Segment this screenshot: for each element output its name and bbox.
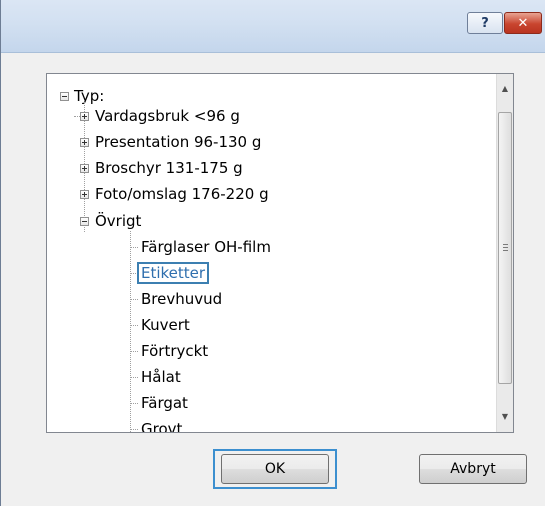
tree-node-label: Foto/omslag 176-220 g xyxy=(95,185,269,203)
title-bar: ? ✕ xyxy=(1,0,545,53)
tree-node-label: Färgat xyxy=(141,394,188,412)
expand-icon[interactable] xyxy=(80,164,89,173)
tree-item-foto-omslag[interactable]: Foto/omslag 176-220 g xyxy=(95,182,269,206)
tree-node-label: Övrigt xyxy=(95,212,142,230)
expand-icon[interactable] xyxy=(80,190,89,199)
tree-item-farglaser-oh-film[interactable]: Färglaser OH-film xyxy=(141,235,271,259)
scroll-down-icon[interactable]: ▼ xyxy=(497,408,513,425)
tree-node-label: Presentation 96-130 g xyxy=(95,133,262,151)
close-icon[interactable]: ✕ xyxy=(504,12,542,34)
tree-item-fortryckt[interactable]: Förtryckt xyxy=(141,339,208,363)
collapse-icon[interactable] xyxy=(60,92,69,101)
tree-item-grovt[interactable]: Grovt xyxy=(141,417,183,433)
scroll-up-icon[interactable]: ▲ xyxy=(497,80,513,97)
tree-node-label: Färglaser OH-film xyxy=(141,238,271,256)
tree-node-label: Förtryckt xyxy=(141,342,209,360)
tree-item-halat[interactable]: Hålat xyxy=(141,365,181,389)
tree-item-fargat[interactable]: Färgat xyxy=(141,391,188,415)
expand-icon[interactable] xyxy=(80,112,89,121)
collapse-icon[interactable] xyxy=(80,217,89,226)
tree-item-kuvert[interactable]: Kuvert xyxy=(141,313,190,337)
vertical-scrollbar[interactable]: ▲ ▼ xyxy=(496,74,513,432)
tree-node-label: Kuvert xyxy=(141,316,190,334)
tree-node-label: Etiketter xyxy=(136,262,210,284)
tree-item-presentation[interactable]: Presentation 96-130 g xyxy=(95,130,261,154)
help-icon[interactable]: ? xyxy=(467,12,503,34)
tree-item-vardagsbruk[interactable]: Vardagsbruk <96 g xyxy=(95,104,240,128)
tree-node-label: Broschyr 131-175 g xyxy=(95,159,243,177)
tree-item-ovrigt[interactable]: Övrigt xyxy=(95,209,141,233)
ok-button[interactable]: OK xyxy=(221,454,329,484)
dialog-window: ? ✕ Typ: Vardagsbruk <96 g Presentation … xyxy=(0,0,545,506)
scrollbar-thumb[interactable] xyxy=(498,112,512,384)
tree-item-etiketter[interactable]: Etiketter xyxy=(136,261,210,285)
tree-node-label: Vardagsbruk <96 g xyxy=(95,107,240,125)
expand-icon[interactable] xyxy=(80,138,89,147)
tree-node-label: Brevhuvud xyxy=(141,290,223,308)
tree-item-brevhuvud[interactable]: Brevhuvud xyxy=(141,287,222,311)
tree-node-label: Hålat xyxy=(141,368,181,386)
cancel-button[interactable]: Avbryt xyxy=(419,454,527,484)
tree-node-label: Typ: xyxy=(74,87,105,105)
tree-item-broschyr[interactable]: Broschyr 131-175 g xyxy=(95,156,243,180)
paper-type-tree[interactable]: Typ: Vardagsbruk <96 g Presentation 96-1… xyxy=(46,73,514,433)
tree-node-label: Grovt xyxy=(141,420,183,433)
